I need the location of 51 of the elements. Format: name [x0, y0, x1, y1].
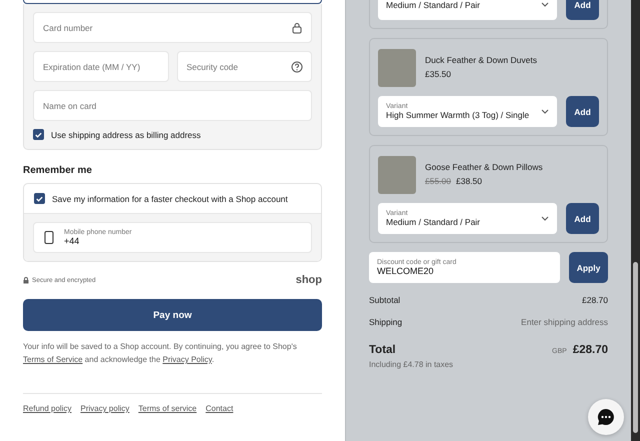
- add-button[interactable]: Add: [566, 0, 599, 20]
- input-field[interactable]: Security code: [176, 51, 312, 82]
- product-name: Duck Feather & Down Duvets: [425, 55, 537, 65]
- summary-value: Enter shipping address: [521, 317, 608, 327]
- product-name: Goose Feather & Down Pillows: [425, 162, 543, 172]
- chevron-down-icon: [541, 109, 549, 114]
- original-price: £55.00: [425, 176, 451, 186]
- lock-icon: [23, 276, 29, 284]
- add-button[interactable]: Add: [566, 96, 599, 127]
- consent-text: Your info will be saved to a Shop account. By continuing, you agree to Shop's Terms of Service and acknowledge the Privacy Policy.: [23, 341, 298, 366]
- footer-link[interactable]: Refund policy: [23, 404, 72, 413]
- summary-label: Shipping: [369, 317, 402, 327]
- policy-link[interactable]: Privacy Policy: [162, 355, 212, 364]
- text-input[interactable]: +44: [64, 236, 301, 246]
- select-value: High Summer Warmth (3 Tog) / Single: [386, 110, 530, 120]
- footer-link[interactable]: Contact: [206, 404, 234, 413]
- summary-value: £28.70: [582, 295, 608, 305]
- policy-link[interactable]: Terms of Service: [23, 355, 83, 364]
- total-label: Total: [369, 344, 396, 356]
- chat-bubble-icon: [596, 407, 616, 427]
- section-heading: Remember me: [23, 165, 93, 176]
- select-value: Medium / Standard / Pair: [386, 0, 482, 10]
- total-amount: £28.70: [572, 344, 608, 356]
- lock-icon: [291, 22, 303, 34]
- checkbox[interactable]: [34, 193, 45, 204]
- tax-note: Including £4.78 in taxes: [369, 360, 454, 369]
- scrollbar[interactable]: [631, 0, 640, 441]
- footer-link[interactable]: Privacy policy: [80, 404, 130, 413]
- help-icon[interactable]: [291, 60, 303, 72]
- apply-button[interactable]: Apply: [569, 252, 608, 283]
- select-value: Medium / Standard / Pair: [386, 217, 482, 227]
- chevron-down-icon: [541, 2, 549, 7]
- checkbox-label: Save my information for a faster checkout with a Shop account: [52, 194, 288, 204]
- footer-link[interactable]: Terms of service: [138, 404, 197, 413]
- input-field[interactable]: Card number: [33, 12, 312, 43]
- photo-placeholder: [378, 156, 416, 194]
- input-field[interactable]: Expiration date (MM / YY): [33, 51, 168, 82]
- checkbox-label: Use shipping address as billing address: [51, 130, 201, 140]
- input-field[interactable]: Name on card: [33, 90, 312, 121]
- phone-icon: [44, 231, 54, 244]
- product-price: £38.50: [456, 176, 482, 186]
- text-input[interactable]: WELCOME20: [377, 266, 552, 276]
- product-price: £35.50: [425, 69, 451, 79]
- shop-logo: shop: [296, 274, 322, 286]
- variant-select[interactable]: Medium / Standard / Pair: [378, 0, 557, 20]
- add-button[interactable]: Add: [566, 203, 599, 234]
- chevron-down-icon: [541, 216, 549, 221]
- pay-now-button[interactable]: Pay now: [23, 299, 322, 331]
- photo-placeholder: [378, 49, 416, 87]
- summary-label: Subtotal: [369, 295, 400, 305]
- checkbox[interactable]: [33, 129, 44, 140]
